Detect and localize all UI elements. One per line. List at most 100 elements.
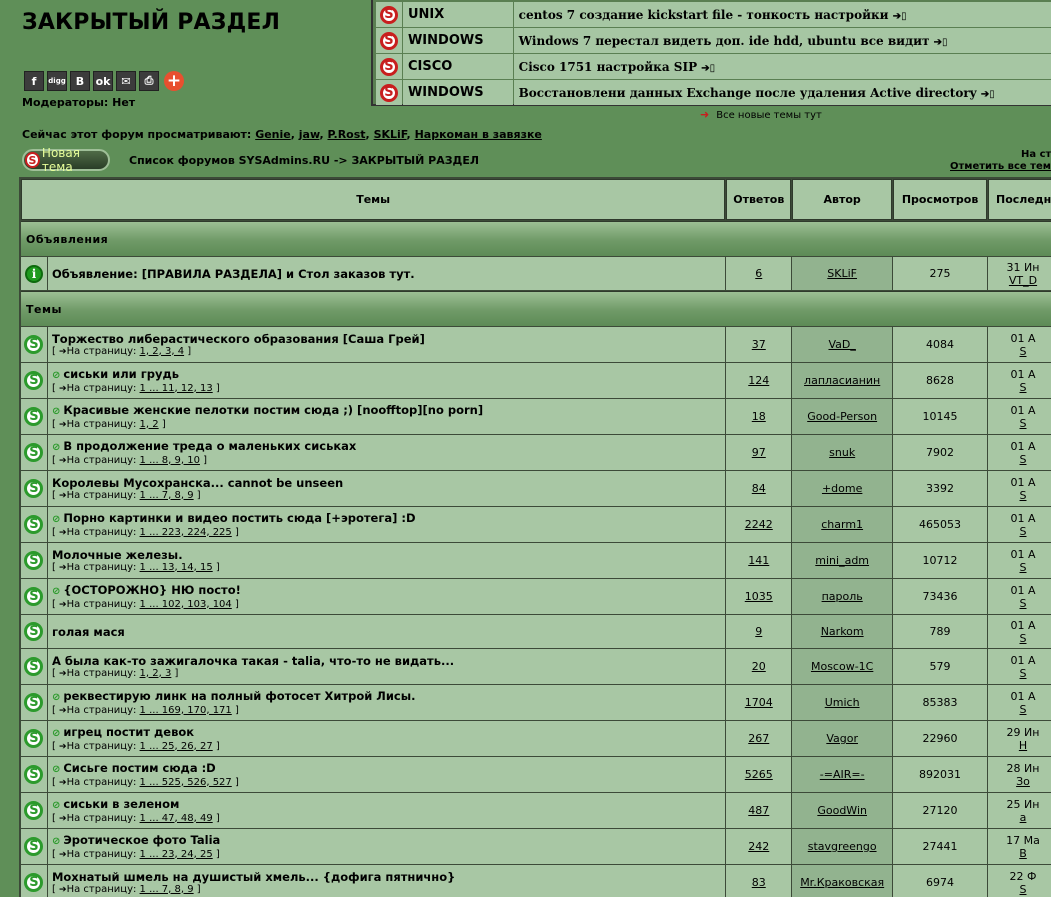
topic-replies[interactable]: 5265 [745, 768, 773, 781]
topic-title-link[interactable]: Королевы Мусохранска... cannot be unseen [52, 476, 343, 490]
viewer-link[interactable]: P.Rost [327, 128, 365, 141]
topic-author[interactable]: GoodWin [817, 804, 867, 817]
topic-author[interactable]: Narkom [821, 625, 864, 638]
page-links[interactable]: 1 ... 23, 24, 25 [140, 849, 213, 860]
topic-replies[interactable]: 9 [755, 625, 762, 638]
topic-title-link[interactable]: В продолжение треда о маленьких сиськах [63, 439, 356, 453]
topic-status-icon[interactable]: S [24, 335, 44, 354]
topic-status-icon[interactable]: S [24, 587, 44, 606]
topic-title-link[interactable]: игрец постит девок [63, 725, 194, 739]
topic-title-link[interactable]: {ОСТОРОЖНО} НЮ посто! [63, 583, 241, 597]
topic-author[interactable]: charm1 [821, 518, 863, 531]
print-icon[interactable]: ⎙ [139, 71, 159, 91]
topic-title-link[interactable]: сиськи в зеленом [63, 797, 179, 811]
topic-replies[interactable]: 84 [752, 482, 766, 495]
page-links[interactable]: 1 ... 223, 224, 225 [140, 527, 232, 538]
topic-author[interactable]: Mr.Краковская [800, 876, 884, 889]
topic-author[interactable]: пароль [822, 590, 863, 603]
viewer-link[interactable]: Наркоман в завязке [415, 128, 542, 141]
viewer-link[interactable]: SKLiF [374, 128, 407, 141]
topic-status-icon[interactable]: S [24, 873, 44, 892]
odnoklassniki-icon[interactable]: ok [93, 71, 113, 91]
topic-author[interactable]: VaD_ [828, 338, 855, 351]
new-topic-title[interactable]: centos 7 создание kickstart file - тонко… [519, 8, 889, 22]
page-links[interactable]: 1 ... 525, 526, 527 [140, 777, 232, 788]
topic-author[interactable]: Good-Person [807, 410, 877, 423]
page-links[interactable]: 1 ... 11, 12, 13 [140, 383, 213, 394]
topic-author[interactable]: +dome [822, 482, 862, 495]
topic-last-author[interactable]: В [1019, 847, 1027, 860]
topic-status-icon[interactable]: S [24, 407, 44, 426]
topic-author[interactable]: mini_adm [815, 554, 869, 567]
topic-replies[interactable]: 267 [748, 732, 769, 745]
digg-icon[interactable]: digg [47, 71, 67, 91]
topic-status-icon[interactable]: S [24, 837, 44, 856]
goto-newest-icon[interactable]: ➔▯ [981, 89, 995, 100]
new-topic-category[interactable]: WINDOWS [402, 28, 513, 53]
topic-last-author[interactable]: S [1020, 453, 1027, 466]
topic-replies[interactable]: 97 [752, 446, 766, 459]
page-links[interactable]: 1 ... 102, 103, 104 [140, 599, 232, 610]
new-topic-title[interactable]: Windows 7 перестал видеть доп. ide hdd, … [519, 34, 930, 48]
topic-title-link[interactable]: голая мася [52, 625, 125, 639]
topic-title-link[interactable]: реквестирую линк на полный фотосет Хитро… [63, 689, 415, 703]
goto-newest-icon[interactable]: ➔▯ [893, 11, 907, 22]
new-topic-category[interactable]: WINDOWS [402, 80, 513, 105]
announcement-replies[interactable]: 6 [755, 267, 762, 280]
topic-status-icon[interactable]: S [24, 693, 44, 712]
viewer-link[interactable]: Genie [255, 128, 291, 141]
topic-status-icon[interactable]: S [24, 479, 44, 498]
topic-author[interactable]: Umich [825, 696, 860, 709]
facebook-icon[interactable]: f [24, 71, 44, 91]
topic-author[interactable]: snuk [829, 446, 855, 459]
page-links[interactable]: 1, 2, 3 [140, 668, 172, 679]
new-topic-button[interactable]: S Новая тема [22, 146, 110, 174]
topic-replies[interactable]: 242 [748, 840, 769, 853]
new-topic-title[interactable]: Cisco 1751 настройка SIP [519, 60, 697, 74]
announcement-last-author[interactable]: VT_D [1009, 274, 1037, 287]
topic-last-author[interactable]: S [1020, 597, 1027, 610]
email-icon[interactable]: ✉ [116, 71, 136, 91]
page-links[interactable]: 1 ... 25, 26, 27 [140, 741, 213, 752]
topic-status-icon[interactable]: S [24, 515, 44, 534]
topic-replies[interactable]: 1704 [745, 696, 773, 709]
topic-author[interactable]: stavgreengo [808, 840, 877, 853]
topic-last-author[interactable]: а [1020, 811, 1027, 824]
topic-status-icon[interactable]: S [24, 443, 44, 462]
topic-title-link[interactable]: А была как-то зажигалочка такая - talia,… [52, 654, 454, 668]
topic-last-author[interactable]: S [1020, 525, 1027, 538]
topic-last-author[interactable]: S [1020, 561, 1027, 574]
topic-last-author[interactable]: S [1020, 667, 1027, 680]
topic-title-link[interactable]: Порно картинки и видео постить сюда [+эр… [63, 511, 415, 525]
topic-status-icon[interactable]: S [24, 801, 44, 820]
goto-newest-icon[interactable]: ➔▯ [701, 63, 715, 74]
topic-last-author[interactable]: S [1020, 489, 1027, 502]
page-links[interactable]: 1 ... 169, 170, 171 [140, 705, 232, 716]
goto-newest-icon[interactable]: ➔▯ [934, 37, 948, 48]
topic-title-link[interactable]: сиськи или грудь [63, 367, 179, 381]
topic-replies[interactable]: 1035 [745, 590, 773, 603]
topic-replies[interactable]: 124 [748, 374, 769, 387]
page-links[interactable]: 1, 2 [140, 419, 159, 430]
topic-status-icon[interactable]: S [24, 765, 44, 784]
page-links[interactable]: 1, 2, 3, 4 [140, 346, 185, 357]
topic-replies[interactable]: 37 [752, 338, 766, 351]
topic-replies[interactable]: 487 [748, 804, 769, 817]
topic-last-author[interactable]: S [1020, 417, 1027, 430]
new-topic-category[interactable]: CISCO [402, 54, 513, 79]
topic-author[interactable]: Moscow-1C [811, 660, 873, 673]
topic-title-link[interactable]: Эротическое фото Talia [63, 833, 220, 847]
topic-last-author[interactable]: S [1020, 883, 1027, 896]
topic-last-author[interactable]: S [1020, 345, 1027, 358]
topic-author[interactable]: -=AIR=- [820, 768, 865, 781]
topic-status-icon[interactable]: S [24, 622, 44, 641]
breadcrumb[interactable]: Список форумов SYSAdmins.RU -> ЗАКРЫТЫЙ … [129, 154, 479, 167]
topic-title-link[interactable]: Торжество либерастического образования [… [52, 332, 425, 346]
topic-last-author[interactable]: S [1020, 381, 1027, 394]
page-links[interactable]: 1 ... 7, 8, 9 [140, 490, 194, 501]
new-topic-title[interactable]: Восстановлени данных Exchange после удал… [519, 86, 977, 100]
vkontakte-icon[interactable]: B [70, 71, 90, 91]
topic-replies[interactable]: 141 [748, 554, 769, 567]
topic-last-author[interactable]: S [1020, 632, 1027, 645]
topic-status-icon[interactable]: S [24, 729, 44, 748]
